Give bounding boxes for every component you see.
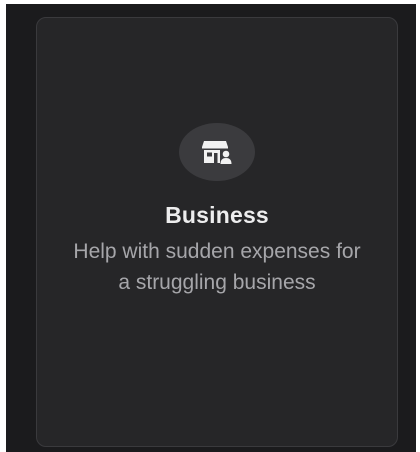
app-background: Business Help with sudden expenses for a… — [6, 4, 416, 452]
storefront-person-icon — [202, 141, 232, 164]
card-description: Help with sudden expenses for a struggli… — [73, 240, 361, 294]
icon-container — [179, 123, 255, 181]
category-card-business[interactable]: Business Help with sudden expenses for a… — [36, 17, 398, 447]
card-title: Business — [165, 202, 269, 228]
